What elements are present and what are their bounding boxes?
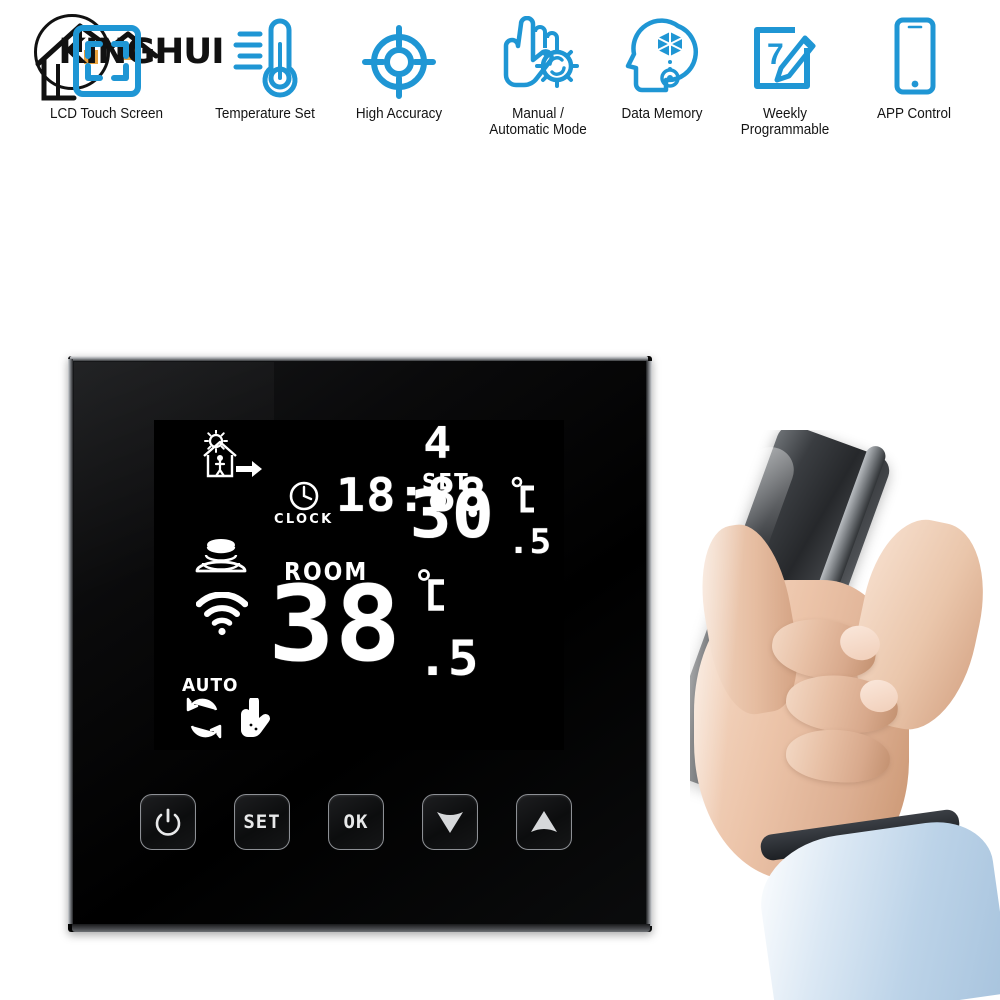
feature-label: APP Control (877, 106, 951, 122)
feature-app-control: APP Control (852, 4, 976, 122)
ok-button-label: OK (343, 811, 369, 833)
feature-label: Weekly Programmable (740, 106, 830, 139)
frame-bevel-left (68, 359, 73, 924)
feature-lcd-touch-screen: LCD Touch Screen (24, 4, 189, 122)
thermometer-icon (190, 4, 340, 100)
feature-high-accuracy: High Accuracy (333, 4, 465, 122)
feature-temperature-set: Temperature Set (190, 4, 340, 122)
room-temperature-unit-icon (416, 568, 450, 623)
notepad-pencil-7-icon: 7 (720, 4, 850, 100)
auto-label: AUTO (182, 675, 239, 697)
feature-strip: KINGHUI LCD Touch Screen Temperature Set (0, 0, 1000, 200)
power-icon (155, 808, 181, 836)
feature-label: Data Memory (621, 106, 703, 122)
feature-weekly-programmable: 7 Weekly Programmable (720, 4, 850, 138)
thermostat-device: AUTO CLOCK 18:88 4 SET 30 .5 ROOM 38 .5 … (68, 356, 652, 932)
touch-screen-frame-icon (24, 4, 189, 100)
frame-bevel-top (70, 356, 648, 361)
button-row: SET OK (136, 794, 586, 860)
crosshair-target-icon (333, 4, 465, 100)
power-button[interactable] (140, 794, 196, 850)
feature-label: Manual / Automatic Mode (489, 106, 587, 139)
room-temperature-value: 38 (268, 563, 401, 685)
feature-label: LCD Touch Screen (50, 106, 163, 122)
auto-cycle-arrows-icon (182, 696, 226, 745)
feature-manual-auto-mode: Manual / Automatic Mode (470, 4, 606, 138)
set-button[interactable]: SET (234, 794, 290, 850)
head-memory-icon (600, 4, 724, 100)
smartphone-icon (852, 4, 976, 100)
set-temperature-value: 30 (409, 476, 494, 553)
set-button-label: SET (243, 811, 281, 833)
arrow-down-icon (437, 812, 463, 833)
up-button[interactable] (516, 794, 572, 850)
lcd-screen[interactable]: AUTO CLOCK 18:88 4 SET 30 .5 ROOM 38 .5 (154, 420, 564, 750)
frame-bevel-right (646, 361, 652, 926)
arrow-up-icon (531, 811, 557, 832)
clock-label: CLOCK (274, 512, 334, 527)
hand-holding-smartphone-photo (690, 430, 1000, 1000)
hand-pointer-icon (238, 696, 272, 745)
feature-data-memory: Data Memory (600, 4, 724, 122)
feature-label: High Accuracy (355, 106, 443, 122)
hand-gear-icon (470, 4, 606, 100)
feature-label: Temperature Set (215, 106, 315, 122)
down-button[interactable] (422, 794, 478, 850)
room-temperature-fraction: .5 (417, 631, 479, 687)
frame-bevel-bottom (72, 924, 650, 932)
floor-heating-icon (194, 538, 248, 585)
day-number: 4 (423, 420, 452, 469)
wifi-signal-icon (195, 591, 249, 641)
set-temperature-unit-icon (510, 476, 540, 525)
house-sun-away-icon (198, 429, 268, 487)
ok-button[interactable]: OK (328, 794, 384, 850)
set-temperature-fraction: .5 (507, 522, 552, 562)
